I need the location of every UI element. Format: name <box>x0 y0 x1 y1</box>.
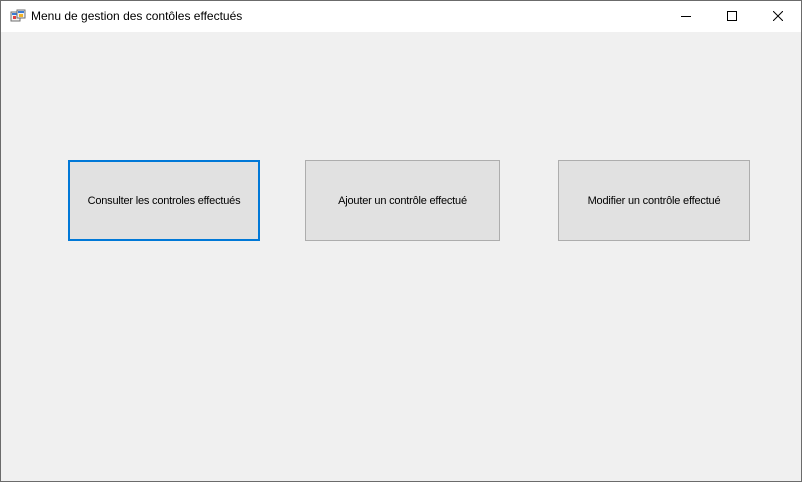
maximize-button[interactable] <box>709 1 755 31</box>
minimize-button[interactable] <box>663 1 709 31</box>
app-window: Menu de gestion des contôles effectués C… <box>0 0 802 482</box>
title-bar[interactable]: Menu de gestion des contôles effectués <box>1 1 801 32</box>
close-button[interactable] <box>755 1 801 31</box>
form-app-icon <box>10 9 26 25</box>
close-icon <box>773 11 783 21</box>
ajouter-controle-button[interactable]: Ajouter un contrôle effectué <box>305 160 500 241</box>
modifier-controle-label: Modifier un contrôle effectué <box>587 194 721 207</box>
maximize-icon <box>727 11 737 21</box>
consulter-controles-label: Consulter les controles effectués <box>87 194 241 207</box>
client-area: Consulter les controles effectués Ajoute… <box>1 32 801 481</box>
ajouter-controle-label: Ajouter un contrôle effectué <box>338 194 467 207</box>
modifier-controle-button[interactable]: Modifier un contrôle effectué <box>558 160 750 241</box>
window-title: Menu de gestion des contôles effectués <box>31 9 243 23</box>
minimize-icon <box>681 11 691 21</box>
consulter-controles-button[interactable]: Consulter les controles effectués <box>68 160 260 241</box>
